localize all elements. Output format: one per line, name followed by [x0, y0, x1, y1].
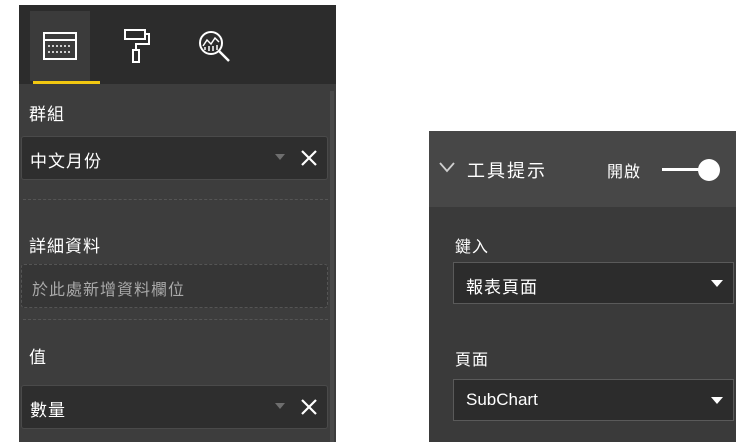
group-field-chip[interactable]: 中文月份	[30, 147, 102, 172]
paint-roller-icon	[124, 29, 150, 63]
values-field-chip[interactable]: 數量	[30, 396, 66, 421]
tooltip-toggle[interactable]	[662, 158, 720, 182]
toggle-knob[interactable]	[698, 159, 720, 181]
analytics-tab[interactable]	[184, 11, 244, 81]
chevron-down-icon[interactable]	[439, 161, 455, 173]
page-label: 頁面	[455, 350, 490, 369]
scrollbar[interactable]	[330, 91, 334, 442]
type-dropdown[interactable]: 報表頁面	[453, 262, 734, 304]
page-dropdown[interactable]: SubChart	[453, 379, 734, 421]
chevron-down-icon[interactable]	[275, 154, 285, 160]
page-dropdown-value: SubChart	[466, 390, 538, 409]
visualization-toolbar	[19, 5, 336, 84]
active-tab-indicator	[33, 81, 100, 84]
format-pane: 工具提示 開啟 鍵入 報表頁面 頁面 SubChart	[429, 131, 736, 442]
type-label: 鍵入	[455, 237, 490, 256]
tooltip-section-header[interactable]: 工具提示 開啟	[429, 131, 736, 207]
details-section-label: 詳細資料	[29, 237, 101, 257]
fields-pane: 群組 中文月份 詳細資料 於此處新增資料欄位 值 數量	[19, 5, 336, 442]
divider	[23, 199, 328, 200]
values-section-label: 值	[29, 348, 47, 368]
close-icon[interactable]	[298, 396, 320, 418]
toggle-state-label: 開啟	[607, 162, 642, 181]
fields-tab[interactable]	[30, 11, 90, 81]
analytics-icon	[199, 31, 230, 62]
tooltip-section-title: 工具提示	[467, 161, 547, 182]
details-placeholder: 於此處新增資料欄位	[32, 280, 186, 299]
values-field-well[interactable]: 數量	[21, 385, 328, 429]
group-section-label: 群組	[29, 105, 65, 125]
fields-icon	[43, 32, 77, 60]
type-dropdown-value: 報表頁面	[466, 278, 538, 298]
details-drop-zone[interactable]: 於此處新增資料欄位	[21, 264, 328, 308]
format-tab[interactable]	[107, 11, 167, 81]
divider	[23, 319, 328, 320]
dropdown-arrow-icon	[711, 280, 723, 287]
chevron-down-icon[interactable]	[275, 403, 285, 409]
close-icon[interactable]	[298, 147, 320, 169]
group-field-well[interactable]: 中文月份	[21, 136, 328, 180]
dropdown-arrow-icon	[711, 397, 723, 404]
